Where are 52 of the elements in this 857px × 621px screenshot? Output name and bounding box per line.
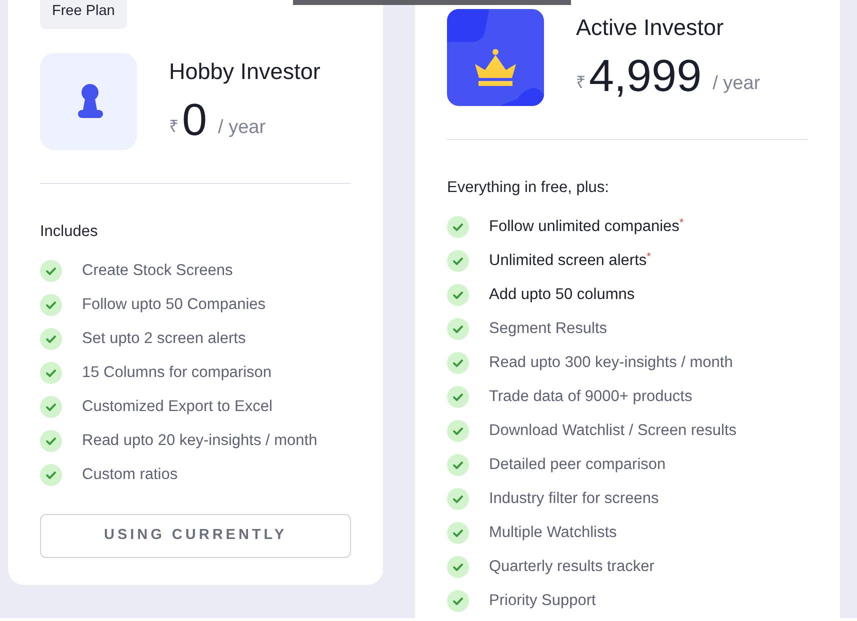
- feature-text: Read upto 300 key-insights / month: [489, 353, 733, 373]
- feature-text: Priority Support: [489, 591, 596, 611]
- check-icon: [447, 250, 469, 272]
- feature-text: Multiple Watchlists: [489, 523, 617, 543]
- currency-symbol: ₹: [169, 117, 179, 137]
- features-heading: Includes: [40, 222, 99, 242]
- feature-text: Add upto 50 columns: [489, 285, 635, 305]
- check-icon: [447, 488, 469, 510]
- using-currently-button[interactable]: USING CURRENTLY: [40, 514, 351, 558]
- check-icon: [447, 352, 469, 374]
- currency-symbol: ₹: [576, 73, 586, 93]
- price-period: / year: [712, 72, 760, 96]
- feature-text: Download Watchlist / Screen results: [489, 421, 737, 441]
- check-icon: [447, 522, 469, 544]
- check-icon: [447, 420, 469, 442]
- check-icon: [40, 464, 62, 486]
- price-period: / year: [218, 116, 266, 140]
- feature-text: Read upto 20 key-insights / month: [82, 431, 318, 451]
- feature-text: Unlimited screen alerts$^{*}$: [489, 251, 651, 271]
- check-icon: [447, 386, 469, 408]
- check-icon: [447, 318, 469, 340]
- check-icon: [447, 454, 469, 476]
- check-icon: [447, 216, 469, 238]
- feature-text: Industry filter for screens: [489, 489, 659, 509]
- check-icon: [40, 328, 62, 350]
- feature-text: Segment Results: [489, 319, 608, 339]
- feature-text: Set upto 2 screen alerts: [82, 329, 246, 349]
- crown-icon: [447, 9, 544, 106]
- feature-text: Create Stock Screens: [82, 261, 233, 281]
- feature-text: 15 Columns for comparison: [82, 363, 272, 383]
- pawn-icon: [40, 53, 137, 150]
- features-heading: Everything in free, plus:: [447, 178, 610, 198]
- feature-text: Quarterly results tracker: [489, 557, 654, 577]
- plan-price: 4,999: [589, 53, 702, 98]
- feature-text: Detailed peer comparison: [489, 455, 666, 475]
- plan-name: Active Investor: [576, 14, 725, 42]
- plan-badge: Free Plan: [40, 0, 127, 29]
- feature-text: Trade data of 9000+ products: [489, 387, 692, 407]
- feature-text: Follow upto 50 Companies: [82, 295, 266, 315]
- feature-text: Follow unlimited companies$^{*}$: [489, 217, 684, 237]
- check-icon: [447, 556, 469, 578]
- feature-text: Customized Export to Excel: [82, 397, 272, 417]
- check-icon: [447, 284, 469, 306]
- check-icon: [40, 430, 62, 452]
- check-icon: [40, 396, 62, 418]
- check-icon: [40, 362, 62, 384]
- check-icon: [447, 590, 469, 612]
- plan-price: 0: [182, 97, 208, 142]
- feature-text: Custom ratios: [82, 465, 178, 485]
- check-icon: [40, 260, 62, 282]
- check-icon: [40, 294, 62, 316]
- plan-name: Hobby Investor: [169, 58, 320, 86]
